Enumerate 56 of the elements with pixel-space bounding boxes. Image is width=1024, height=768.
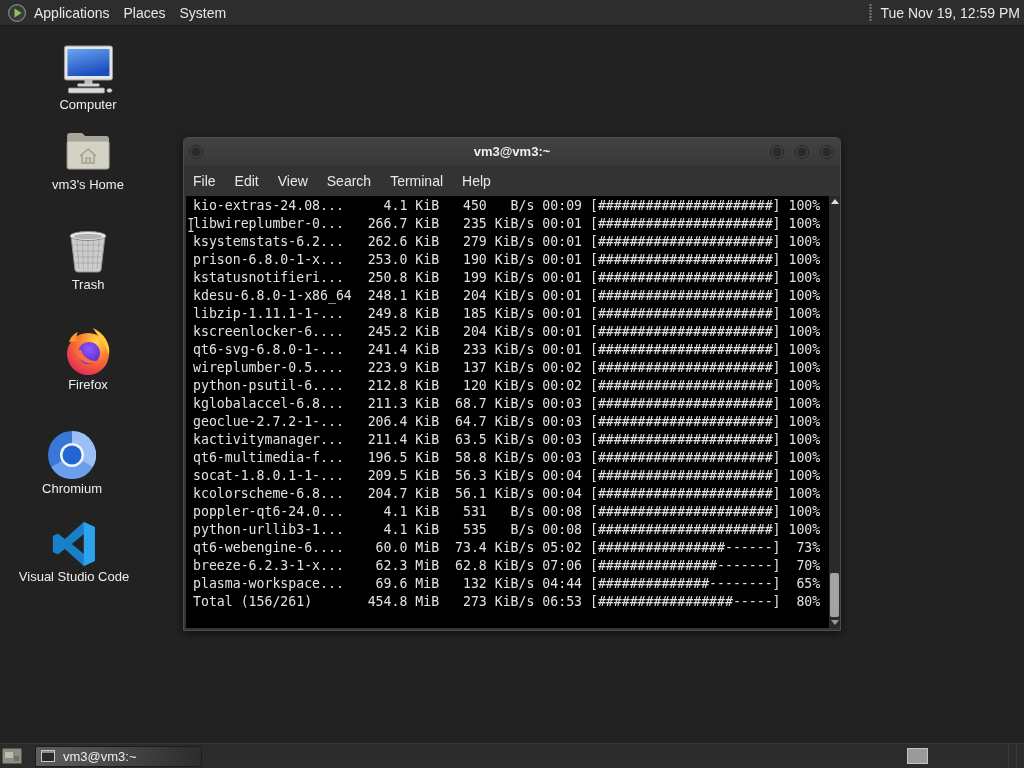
firefox-icon	[64, 326, 112, 376]
trash-bin-icon	[67, 229, 109, 273]
desktop-shortcut[interactable]: Visual Studio Code	[18, 521, 130, 585]
desktop-shortcut[interactable]: Firefox	[64, 326, 112, 393]
desktop-shortcut[interactable]: vm3's Home	[52, 130, 124, 193]
terminal-line: kscreenlocker-6.... 245.2 KiB 204 KiB/s 00:01 [######################] 100%	[193, 323, 821, 341]
terminal-line: socat-1.8.0.1-1-... 209.5 KiB 56.3 KiB/s 00:04 [######################] 100%	[193, 467, 821, 485]
panel-menu[interactable]: Applications	[34, 3, 110, 22]
panel-menu[interactable]: System	[179, 3, 227, 22]
terminal-line: kdesu-6.8.0-1-x86_64 248.1 KiB 204 KiB/s 00:01 [######################] 100%	[193, 287, 821, 305]
terminal-line: qt6-webengine-6.... 60.0 MiB 73.4 KiB/s 05:02 [################------] 73%	[193, 539, 821, 557]
menu-item[interactable]: View	[277, 170, 308, 191]
terminal-line: wireplumber-0.5.... 223.9 KiB 137 KiB/s 00:02 [######################] 100%	[193, 359, 821, 377]
terminal-icon	[41, 750, 55, 762]
grip-icon[interactable]	[869, 4, 873, 21]
desktop-shortcut[interactable]: Chromium	[42, 431, 102, 497]
menu-item[interactable]: Edit	[234, 170, 259, 191]
clock[interactable]: Tue Nov 19, 12:59 PM	[880, 4, 1020, 21]
terminal-line: qt6-svg-6.8.0-1-... 241.4 KiB 233 KiB/s 00:01 [######################] 100%	[193, 341, 821, 359]
computer-icon	[62, 45, 114, 95]
terminal-line: breeze-6.2.3-1-x... 62.3 MiB 62.8 KiB/s 07:06 [###############-------] 70%	[193, 557, 821, 575]
terminal-line: Total (156/261) 454.8 MiB 273 KiB/s 06:53 [#################-----] 80%	[193, 593, 821, 611]
scrollbar[interactable]	[829, 196, 840, 628]
menu-item[interactable]: Search	[326, 170, 372, 191]
terminal-line: qt6-multimedia-f... 196.5 KiB 58.8 KiB/s 00:03 [######################] 100%	[193, 449, 821, 467]
vscode-icon	[52, 521, 96, 567]
terminal-line: kcolorscheme-6.8... 204.7 KiB 56.1 KiB/s 00:04 [######################] 100%	[193, 485, 821, 503]
terminal-line: prison-6.8.0-1-x... 253.0 KiB 190 KiB/s 00:01 [######################] 100%	[193, 251, 821, 269]
terminal-line: geoclue-2.7.2-1-... 206.4 KiB 64.7 KiB/s 00:03 [######################] 100%	[193, 413, 821, 431]
terminal-line: poppler-qt6-24.0... 4.1 KiB 531 B/s 00:08 [######################] 100%	[193, 503, 821, 521]
taskbar-button[interactable]: vm3@vm3:~	[35, 745, 202, 767]
panel-menu[interactable]: Places	[123, 3, 166, 22]
terminal-line: kactivitymanager... 211.4 KiB 63.5 KiB/s 00:03 [######################] 100%	[193, 431, 821, 449]
terminal-line: ksystemstats-6.2... 262.6 KiB 279 KiB/s 00:01 [######################] 100%	[193, 233, 821, 251]
desktop-shortcut[interactable]: Computer	[59, 45, 117, 113]
terminal-line: libzip-1.11.1-1-... 249.8 KiB 185 KiB/s 00:01 [######################] 100%	[193, 305, 821, 323]
scroll-up-icon[interactable]	[830, 199, 839, 204]
play-circle-icon[interactable]	[8, 3, 26, 22]
home-folder-icon	[65, 130, 111, 170]
show-desktop-icon[interactable]	[2, 747, 22, 765]
terminal-line: python-urllib3-1... 4.1 KiB 535 B/s 00:08 [######################] 100%	[193, 521, 821, 539]
desktop-shortcut[interactable]: Trash	[67, 229, 109, 293]
chromium-icon	[48, 431, 96, 479]
window-title: vm3@vm3:~	[473, 144, 551, 159]
terminal-line: kglobalaccel-6.8... 211.3 KiB 68.7 KiB/s 00:03 [######################] 100%	[193, 395, 821, 413]
scroll-down-icon[interactable]	[830, 620, 839, 625]
terminal-line: python-psutil-6.... 212.8 KiB 120 KiB/s 00:02 [######################] 100%	[193, 377, 821, 395]
terminal-line: libwireplumber-0... 266.7 KiB 235 KiB/s 00:01 [######################] 100%	[193, 215, 821, 233]
menu-item[interactable]: Help	[462, 170, 491, 191]
scrollbar-thumb[interactable]	[830, 573, 839, 617]
i-beam-cursor-icon	[188, 218, 194, 232]
menu-item[interactable]: Terminal	[390, 170, 444, 191]
terminal-line: plasma-workspace... 69.6 MiB 132 KiB/s 04:44 [##############--------] 65%	[193, 575, 821, 593]
terminal-line: kstatusnotifieri... 250.8 KiB 199 KiB/s 00:01 [######################] 100%	[193, 269, 821, 287]
menu-item[interactable]: File	[193, 170, 216, 191]
terminal-line: kio-extras-24.08... 4.1 KiB 450 B/s 00:09 [######################] 100%	[193, 197, 821, 215]
